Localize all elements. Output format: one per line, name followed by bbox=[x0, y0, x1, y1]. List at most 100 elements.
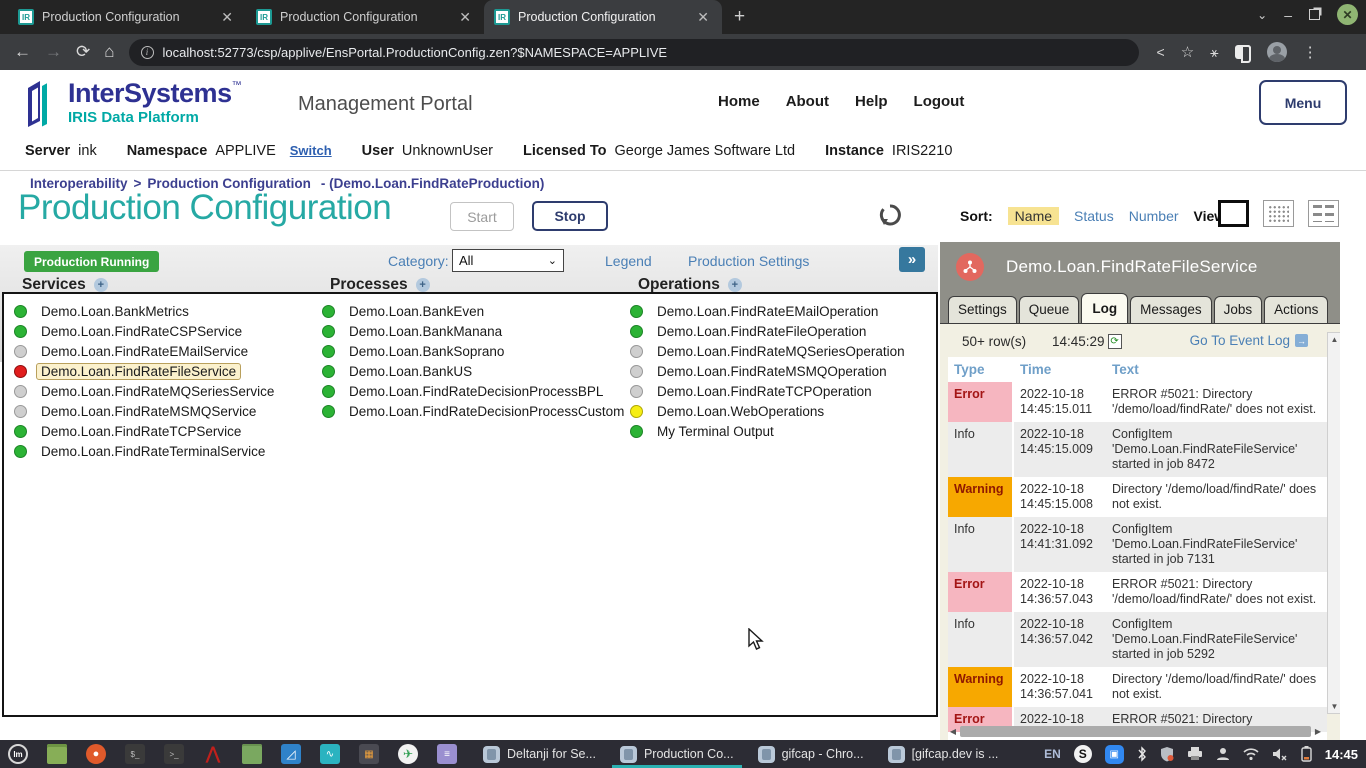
show-desktop-icon[interactable] bbox=[47, 744, 67, 764]
files-icon[interactable] bbox=[242, 744, 262, 764]
firewall-shield-icon[interactable] bbox=[1160, 746, 1174, 762]
printer-icon[interactable] bbox=[1187, 747, 1203, 761]
bookmark-star-icon[interactable]: ☆ bbox=[1181, 43, 1194, 61]
production-settings-link[interactable]: Production Settings bbox=[688, 253, 809, 269]
go-to-event-log-link[interactable]: Go To Event Log → bbox=[1190, 333, 1308, 348]
scroll-down-icon[interactable]: ▼ bbox=[1328, 702, 1340, 711]
sort-option[interactable]: Name bbox=[1008, 207, 1059, 225]
operation-item[interactable]: My Terminal Output bbox=[630, 421, 935, 441]
audio-recorder-icon[interactable]: ∿ bbox=[320, 744, 340, 764]
service-item[interactable]: Demo.Loan.FindRateMQSeriesService bbox=[14, 381, 314, 401]
detail-tab[interactable]: Settings bbox=[948, 296, 1017, 323]
operation-item[interactable]: Demo.Loan.FindRateFileOperation bbox=[630, 321, 935, 341]
skype-icon[interactable]: S bbox=[1074, 745, 1092, 763]
top-nav-link[interactable]: About bbox=[786, 93, 829, 110]
browser-tab[interactable]: IR Production Configuration ✕ bbox=[246, 0, 484, 34]
sort-option[interactable]: Status bbox=[1074, 208, 1114, 224]
keyboard-layout-indicator[interactable]: EN bbox=[1044, 747, 1061, 761]
vscode-icon[interactable]: ◿ bbox=[281, 744, 301, 764]
scroll-right-icon[interactable]: ▶ bbox=[1313, 727, 1323, 736]
taskbar-window-button[interactable]: Production Co... bbox=[608, 740, 746, 768]
detail-tab[interactable]: Queue bbox=[1019, 296, 1080, 323]
taskbar-clock[interactable]: 14:45 bbox=[1325, 747, 1358, 762]
forward-icon[interactable]: → bbox=[45, 42, 62, 62]
process-item[interactable]: Demo.Loan.BankManana bbox=[322, 321, 622, 341]
process-item[interactable]: Demo.Loan.FindRateDecisionProcessCustom bbox=[322, 401, 622, 421]
site-info-icon[interactable]: i bbox=[141, 46, 154, 59]
tab-search-icon[interactable]: ⌄ bbox=[1257, 8, 1267, 22]
service-item[interactable]: Demo.Loan.FindRateTerminalService bbox=[14, 441, 314, 461]
taskbar-window-button[interactable]: gifcap - Chro... bbox=[746, 740, 876, 768]
process-item[interactable]: Demo.Loan.BankSoprano bbox=[322, 341, 622, 361]
add-operation-button[interactable]: + bbox=[728, 278, 742, 292]
top-nav-link[interactable]: Home bbox=[718, 93, 760, 110]
process-item[interactable]: Demo.Loan.FindRateDecisionProcessBPL bbox=[322, 381, 622, 401]
top-nav-link[interactable]: Help bbox=[855, 93, 888, 110]
add-process-button[interactable]: + bbox=[416, 278, 430, 292]
grid-view-icon[interactable] bbox=[1263, 200, 1294, 227]
browser-tab[interactable]: IR Production Configuration ✕ bbox=[8, 0, 246, 34]
category-select[interactable]: All ⌄ bbox=[452, 249, 564, 272]
notes-icon[interactable]: ≡ bbox=[437, 744, 457, 764]
detail-tab[interactable]: Log bbox=[1081, 293, 1128, 323]
minimize-button[interactable]: – bbox=[1284, 7, 1292, 23]
browser-tab[interactable]: IR Production Configuration ✕ bbox=[484, 0, 722, 34]
sort-option[interactable]: Number bbox=[1129, 208, 1179, 224]
user-accounts-icon[interactable] bbox=[1216, 747, 1230, 761]
browser-menu-icon[interactable]: ⋮ bbox=[1303, 43, 1318, 61]
process-item[interactable]: Demo.Loan.BankUS bbox=[322, 361, 622, 381]
back-icon[interactable]: ← bbox=[14, 42, 31, 62]
url-text[interactable]: localhost:52773/csp/applive/EnsPortal.Pr… bbox=[163, 45, 668, 60]
detail-tab[interactable]: Messages bbox=[1130, 296, 1212, 323]
tab-close-icon[interactable]: ✕ bbox=[694, 9, 712, 26]
start-button[interactable]: Start bbox=[450, 202, 514, 231]
volume-muted-icon[interactable] bbox=[1272, 747, 1288, 761]
terminal-icon[interactable]: $_ bbox=[125, 744, 145, 764]
expand-panel-button[interactable]: » bbox=[899, 247, 925, 272]
detail-tab[interactable]: Actions bbox=[1264, 296, 1328, 323]
share-icon[interactable]: < bbox=[1157, 44, 1165, 60]
side-panel-icon[interactable] bbox=[1235, 45, 1251, 59]
mint-menu-icon[interactable]: lm bbox=[8, 744, 28, 764]
home-icon[interactable]: ⌂ bbox=[104, 42, 114, 62]
add-service-button[interactable]: + bbox=[94, 278, 108, 292]
operation-item[interactable]: Demo.Loan.FindRateMQSeriesOperation bbox=[630, 341, 935, 361]
new-tab-button[interactable]: + bbox=[734, 6, 745, 28]
log-horizontal-scrollbar[interactable]: ◀ ▶ bbox=[948, 724, 1323, 738]
calculator-icon[interactable]: ▦ bbox=[359, 744, 379, 764]
split-view-icon[interactable] bbox=[1308, 200, 1339, 227]
operation-item[interactable]: Demo.Loan.FindRateMSMQOperation bbox=[630, 361, 935, 381]
tab-close-icon[interactable]: ✕ bbox=[456, 9, 474, 26]
close-window-button[interactable]: ✕ bbox=[1337, 4, 1358, 25]
restore-button[interactable] bbox=[1309, 9, 1320, 20]
stop-button[interactable]: Stop bbox=[532, 201, 608, 231]
zoom-icon[interactable]: ▣ bbox=[1105, 745, 1124, 764]
menu-button[interactable]: Menu bbox=[1259, 80, 1347, 125]
service-item[interactable]: Demo.Loan.FindRateMSMQService bbox=[14, 401, 314, 421]
wifi-icon[interactable] bbox=[1243, 748, 1259, 760]
operation-item[interactable]: Demo.Loan.FindRateEMailOperation bbox=[630, 301, 935, 321]
switch-link[interactable]: Switch bbox=[290, 143, 332, 158]
service-item[interactable]: Demo.Loan.FindRateTCPService bbox=[14, 421, 314, 441]
battery-icon[interactable] bbox=[1301, 746, 1312, 762]
rust-app-icon[interactable]: ● bbox=[86, 744, 106, 764]
log-vertical-scrollbar[interactable]: ▲ ▼ bbox=[1327, 332, 1340, 714]
tab-close-icon[interactable]: ✕ bbox=[218, 9, 236, 26]
profile-avatar[interactable] bbox=[1267, 42, 1287, 62]
process-item[interactable]: Demo.Loan.BankEven bbox=[322, 301, 622, 321]
scroll-up-icon[interactable]: ▲ bbox=[1328, 335, 1340, 344]
reload-icon[interactable]: ⟳ bbox=[76, 42, 90, 62]
service-item[interactable]: Demo.Loan.FindRateCSPService bbox=[14, 321, 314, 341]
list-view-icon[interactable] bbox=[1218, 200, 1249, 227]
detail-tab[interactable]: Jobs bbox=[1214, 296, 1263, 323]
taskbar-window-button[interactable]: Deltanji for Se... bbox=[471, 740, 608, 768]
service-item[interactable]: Demo.Loan.FindRateFileService bbox=[14, 361, 314, 381]
address-bar[interactable]: i localhost:52773/csp/applive/EnsPortal.… bbox=[129, 39, 1139, 66]
scrollbar-thumb[interactable] bbox=[960, 726, 1311, 737]
taskbar-window-button[interactable]: [gifcap.dev is ... bbox=[876, 740, 1011, 768]
red-app-icon[interactable]: ⋀ bbox=[203, 744, 223, 764]
scroll-left-icon[interactable]: ◀ bbox=[948, 727, 958, 736]
bluetooth-icon[interactable] bbox=[1137, 746, 1147, 762]
extensions-icon[interactable]: ⚹ bbox=[1210, 44, 1218, 61]
service-item[interactable]: Demo.Loan.FindRateEMailService bbox=[14, 341, 314, 361]
